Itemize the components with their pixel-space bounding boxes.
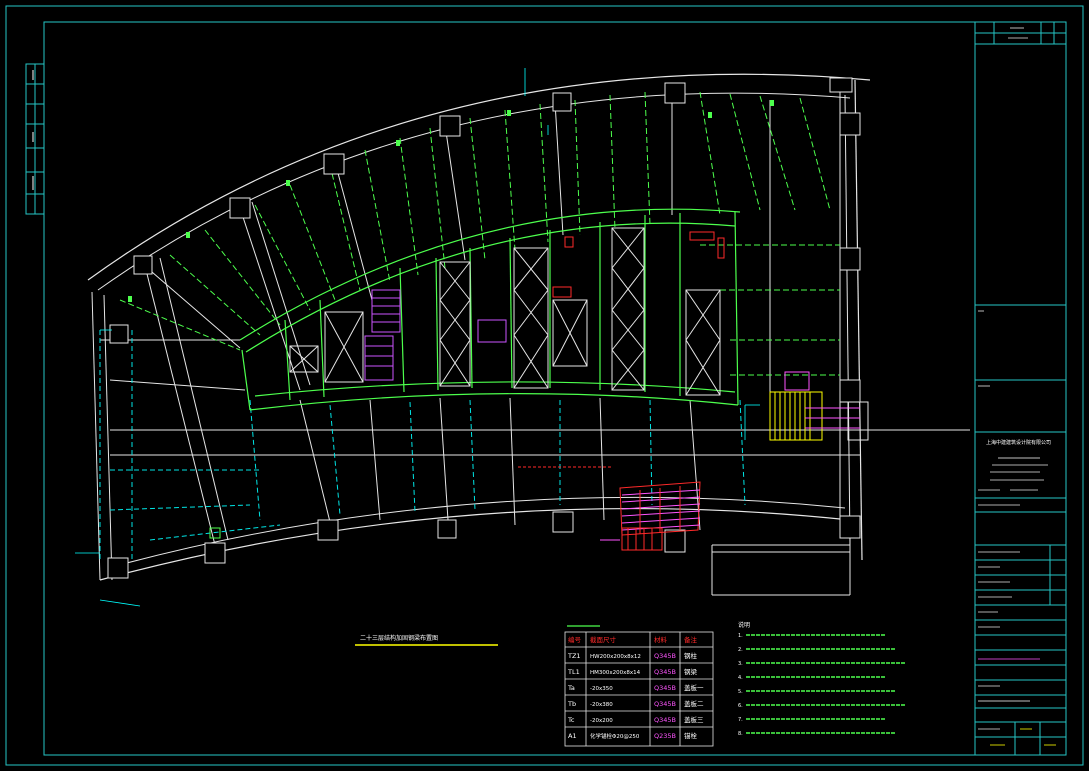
table-header-cell: 编号 bbox=[568, 635, 582, 644]
table-cell: HM300x200x8x14 bbox=[590, 670, 641, 676]
table-cell: Q345B bbox=[654, 652, 676, 660]
table-cell: A1 bbox=[568, 732, 577, 740]
floor-plan bbox=[75, 68, 970, 607]
notes-list: 1. 2. 3. 4. 5. 6. 7. 8. bbox=[738, 633, 906, 737]
plan-title: 二十三层结构加固钢梁布置图 bbox=[360, 634, 438, 642]
stair-yellow bbox=[769, 391, 823, 441]
table-cell: 钢梁 bbox=[684, 667, 698, 676]
shaft-hatch-magenta bbox=[364, 289, 507, 381]
cad-viewport[interactable]: 上海中建建筑设计院有限公司 二十三层结构加固钢梁布置图 编号 截面尺寸 材料 备… bbox=[0, 0, 1089, 771]
drawing-canvas[interactable]: 上海中建建筑设计院有限公司 二十三层结构加固钢梁布置图 编号 截面尺寸 材料 备… bbox=[0, 0, 1089, 771]
table-header-cell: 截面尺寸 bbox=[590, 635, 617, 644]
note-item: 4. bbox=[738, 675, 743, 681]
note-item: 3. bbox=[738, 661, 743, 667]
elevator-shafts bbox=[289, 227, 721, 396]
title-block bbox=[974, 21, 1067, 756]
core-walls bbox=[239, 208, 741, 411]
table-cell: -20x380 bbox=[590, 702, 613, 708]
table-cell: 钢柱 bbox=[684, 651, 698, 660]
table-cell: 盖板一 bbox=[684, 683, 704, 692]
note-item: 5. bbox=[738, 689, 743, 695]
table-cell: Q235B bbox=[654, 732, 676, 740]
steel-members-red bbox=[518, 231, 725, 468]
table-cell: 化学锚栓Φ20@250 bbox=[590, 732, 640, 740]
drawing-frame bbox=[43, 21, 1067, 756]
table-cell: -20x350 bbox=[590, 686, 613, 692]
sheet-border bbox=[5, 5, 1084, 766]
dimension-lines bbox=[75, 68, 760, 607]
table-cell: Q345B bbox=[654, 668, 676, 676]
note-item: 6. bbox=[738, 703, 743, 709]
table-cell: TZ1 bbox=[567, 652, 581, 660]
table-cell: Q345B bbox=[654, 700, 676, 708]
note-item: 8. bbox=[738, 731, 743, 737]
note-item: 1. bbox=[738, 633, 743, 639]
table-cell: Ta bbox=[567, 684, 575, 692]
title-block-text-marks bbox=[978, 27, 1056, 746]
secondary-beams-upper bbox=[119, 91, 840, 376]
note-item: 2. bbox=[738, 647, 743, 653]
table-cell: HW200x200x8x12 bbox=[590, 654, 641, 660]
company-name: 上海中建建筑设计院有限公司 bbox=[986, 439, 1051, 446]
table-cell: Tc bbox=[567, 716, 575, 724]
notes-heading: 说明 bbox=[738, 621, 750, 629]
table-cell: TL1 bbox=[567, 668, 580, 676]
table-cell: Q345B bbox=[654, 684, 676, 692]
lower-right-room bbox=[711, 538, 851, 596]
table-text: 编号 截面尺寸 材料 备注 TZ1 HW200x200x8x12 Q345B 钢柱 TL1 HM3… bbox=[567, 635, 704, 740]
outer-wall-right bbox=[854, 79, 863, 561]
table-header-cell: 材料 bbox=[654, 635, 668, 644]
note-item: 7. bbox=[738, 717, 743, 723]
outer-wall-top bbox=[87, 73, 871, 281]
table-cell: 锚栓 bbox=[684, 731, 698, 740]
table-cell: Tb bbox=[567, 700, 576, 708]
table-cell: -20x200 bbox=[590, 718, 613, 724]
table-header-cell: 备注 bbox=[684, 635, 698, 644]
secondary-beams-lower bbox=[99, 330, 746, 560]
table-cell: Q345B bbox=[654, 716, 676, 724]
left-binding-strip bbox=[25, 63, 45, 215]
table-cell: 盖板二 bbox=[684, 699, 704, 708]
table-cell: 盖板三 bbox=[684, 715, 704, 724]
